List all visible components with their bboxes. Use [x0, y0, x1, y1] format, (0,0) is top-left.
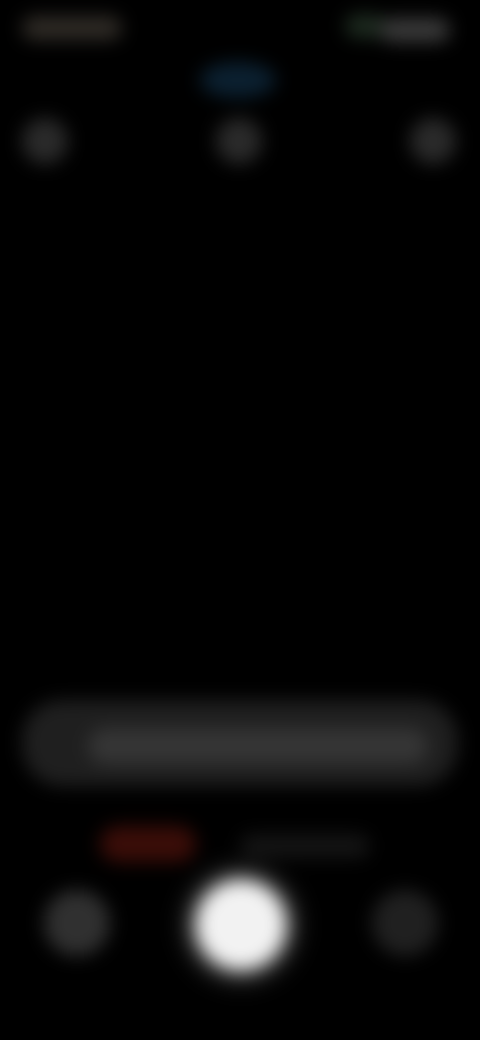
- settings-icon[interactable]: [410, 118, 456, 164]
- timer-icon[interactable]: [216, 118, 262, 164]
- mode-other-pill[interactable]: [240, 834, 370, 858]
- shutter-button[interactable]: [196, 880, 286, 970]
- camera-in-use-icon: [200, 62, 276, 98]
- switch-camera-icon[interactable]: [372, 890, 438, 956]
- mode-bar-track[interactable]: [88, 728, 428, 764]
- viewfinder[interactable]: [0, 190, 480, 680]
- mode-active-pill[interactable]: [100, 826, 196, 862]
- camera-screen: [0, 0, 480, 1040]
- signal-icon: [345, 14, 385, 38]
- flash-icon[interactable]: [22, 118, 68, 164]
- status-time-icon: [22, 16, 122, 40]
- gallery-thumbnail-icon[interactable]: [44, 890, 110, 956]
- battery-icon: [380, 18, 450, 42]
